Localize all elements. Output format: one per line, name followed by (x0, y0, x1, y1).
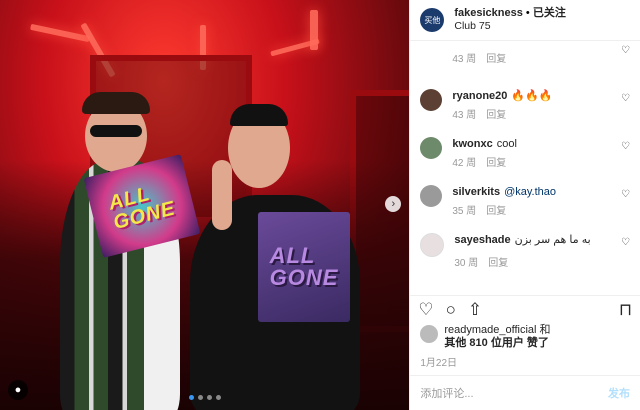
add-comment-bar: 添加评论... 发布 (410, 375, 640, 410)
comment-item: sayeshade به ما هم سر بزن 30 周回复 ♡ (420, 233, 630, 271)
comment-username[interactable]: sayeshade (454, 234, 510, 246)
user-tag-icon[interactable]: ● (8, 380, 28, 400)
comment-text: cool (496, 138, 517, 150)
comment-input[interactable]: 添加评论... (420, 385, 608, 401)
reply-button[interactable]: 回复 (488, 258, 508, 269)
post-header: 买他 fakesickness • 已关注 Club 75 (410, 0, 640, 41)
comment-time: 42 周 (452, 158, 477, 169)
carousel-dots (188, 395, 221, 400)
comment-time: 43 周 (452, 54, 477, 65)
ceiling-light (310, 10, 318, 50)
comment-item: silverkits @kay.thao 35 周回复 ♡ (420, 185, 630, 219)
carousel-dot (215, 395, 221, 400)
comment-icon[interactable]: ○ (446, 300, 456, 320)
comment-username[interactable]: ryanone20 (452, 90, 507, 102)
liker-username[interactable]: readymade_official (444, 324, 536, 336)
comment-avatar[interactable] (420, 233, 445, 257)
follow-button[interactable]: 已关注 (533, 7, 566, 19)
likes-liked: 赞了 (523, 337, 549, 349)
comment-item: 43 周回复 ♡ (420, 41, 630, 67)
comment-time: 43 周 (452, 110, 477, 121)
comment-avatar[interactable] (420, 137, 443, 159)
comment-avatar[interactable] (420, 41, 442, 63)
reply-button[interactable]: 回复 (486, 158, 506, 169)
liker-avatar[interactable] (420, 325, 439, 343)
carousel-dot (188, 395, 194, 400)
comment-avatar[interactable] (420, 185, 443, 207)
comment-item: ryanone20 🔥🔥🔥 43 周回复 ♡ (420, 89, 630, 123)
avatar[interactable]: 买他 (420, 8, 445, 32)
post-sidebar: 买他 fakesickness • 已关注 Club 75 43 周回复 ♡ r… (409, 0, 640, 410)
comment-text: 🔥🔥🔥 (511, 90, 553, 102)
reply-button[interactable]: 回复 (486, 206, 506, 217)
separator: • (522, 7, 533, 19)
comment-username[interactable]: silverkits (452, 186, 500, 198)
action-bar: ♡ ○ ⇧ ⊓ (410, 295, 640, 324)
comment-like-icon[interactable]: ♡ (621, 93, 630, 104)
likes-others-link[interactable]: 其他 810 位用户 (444, 337, 523, 349)
hair (230, 104, 288, 126)
comment-like-icon[interactable]: ♡ (621, 237, 630, 248)
post-date: 1月22日 (420, 358, 458, 369)
comment-time: 30 周 (454, 258, 479, 269)
post-comment-button[interactable]: 发布 (608, 385, 630, 401)
raised-hand (212, 160, 232, 230)
comment-username[interactable]: kwonxc (452, 138, 492, 150)
hair (82, 92, 150, 114)
likes-and: 和 (536, 324, 551, 336)
location-link[interactable]: Club 75 (454, 20, 565, 33)
reply-button[interactable]: 回复 (486, 54, 506, 65)
post-photo[interactable]: ALL GONE ALL GONE › ● (0, 0, 410, 410)
username-link[interactable]: fakesickness (454, 7, 523, 19)
comment-text: به ما هم سر بزن (514, 234, 591, 246)
book-all-gone-right: ALL GONE (258, 212, 350, 322)
comment-like-icon[interactable]: ♡ (621, 45, 630, 56)
sunglasses (90, 125, 142, 137)
comment-time: 35 周 (452, 206, 477, 217)
comment-item: kwonxc cool 42 周回复 ♡ (420, 137, 630, 171)
comments-list: 43 周回复 ♡ ryanone20 🔥🔥🔥 43 周回复 ♡ kwonxc coo… (410, 41, 640, 295)
comment-avatar[interactable] (420, 89, 443, 111)
heart-icon[interactable]: ♡ (418, 300, 433, 320)
bookmark-icon[interactable]: ⊓ (619, 300, 632, 320)
share-icon[interactable]: ⇧ (468, 300, 482, 320)
carousel-dot (197, 395, 203, 400)
likes-summary: readymade_official 和 其他 810 位用户 赞了 (410, 324, 640, 350)
instagram-post: ALL GONE ALL GONE › ● 买他 fakesickness • … (0, 0, 640, 410)
comment-like-icon[interactable]: ♡ (621, 189, 630, 200)
comment-like-icon[interactable]: ♡ (621, 141, 630, 152)
reply-button[interactable]: 回复 (486, 110, 506, 121)
carousel-dot (206, 395, 212, 400)
comment-text: @kay.thao (504, 186, 556, 198)
